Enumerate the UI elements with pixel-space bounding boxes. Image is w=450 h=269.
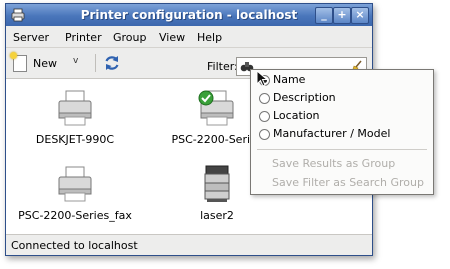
menu-separator — [257, 149, 427, 150]
new-button-label: New — [33, 57, 57, 70]
radio[interactable] — [259, 129, 270, 140]
save-filter-as-search-group-item: Save Filter as Search Group — [272, 176, 424, 189]
menu-view[interactable]: View — [159, 31, 185, 44]
filter-option-label: Manufacturer / Model — [273, 127, 391, 140]
new-document-icon — [10, 52, 27, 72]
minimize-button[interactable]: _ — [315, 7, 333, 24]
maximize-button[interactable]: + — [333, 7, 351, 24]
new-button[interactable]: New v — [10, 52, 83, 74]
menu-server[interactable]: Server — [13, 31, 49, 44]
laser-printer-icon — [204, 165, 230, 202]
filter-menu: Name Description Location Manufacturer /… — [250, 69, 434, 195]
printer-name: PSC-2200-Series_fax — [18, 209, 132, 222]
menu-help[interactable]: Help — [197, 31, 222, 44]
status-bar: Connected to localhost — [6, 234, 372, 255]
filter-label: Filter: — [207, 60, 238, 73]
filter-option-label: Description — [273, 91, 336, 104]
title-bar[interactable]: Printer configuration - localhost _ + × — [6, 4, 372, 26]
printer-name: laser2 — [200, 209, 234, 222]
printer-icon — [198, 90, 234, 126]
menu-bar: Server Printer Group View Help — [6, 27, 372, 48]
radio[interactable] — [259, 111, 270, 122]
chevron-down-icon[interactable]: v — [73, 56, 78, 66]
status-text: Connected to localhost — [11, 239, 138, 252]
printer-name: DESKJET-990C — [35, 133, 115, 146]
printer-item[interactable]: DESKJET-990C — [10, 89, 140, 146]
printer-icon — [58, 166, 92, 202]
close-button[interactable]: × — [351, 7, 369, 24]
printer-item[interactable]: PSC-2200-Series_fax — [10, 165, 140, 222]
filter-option-label: Name — [273, 73, 306, 86]
filter-option-label: Location — [273, 109, 320, 122]
save-results-as-group-item: Save Results as Group — [272, 157, 396, 170]
refresh-icon[interactable] — [103, 54, 121, 72]
menu-group[interactable]: Group — [113, 31, 147, 44]
radio[interactable] — [259, 93, 270, 104]
printer-icon — [58, 90, 92, 126]
menu-printer[interactable]: Printer — [65, 31, 102, 44]
mouse-cursor-icon — [256, 70, 269, 87]
toolbar-separator — [95, 54, 96, 72]
